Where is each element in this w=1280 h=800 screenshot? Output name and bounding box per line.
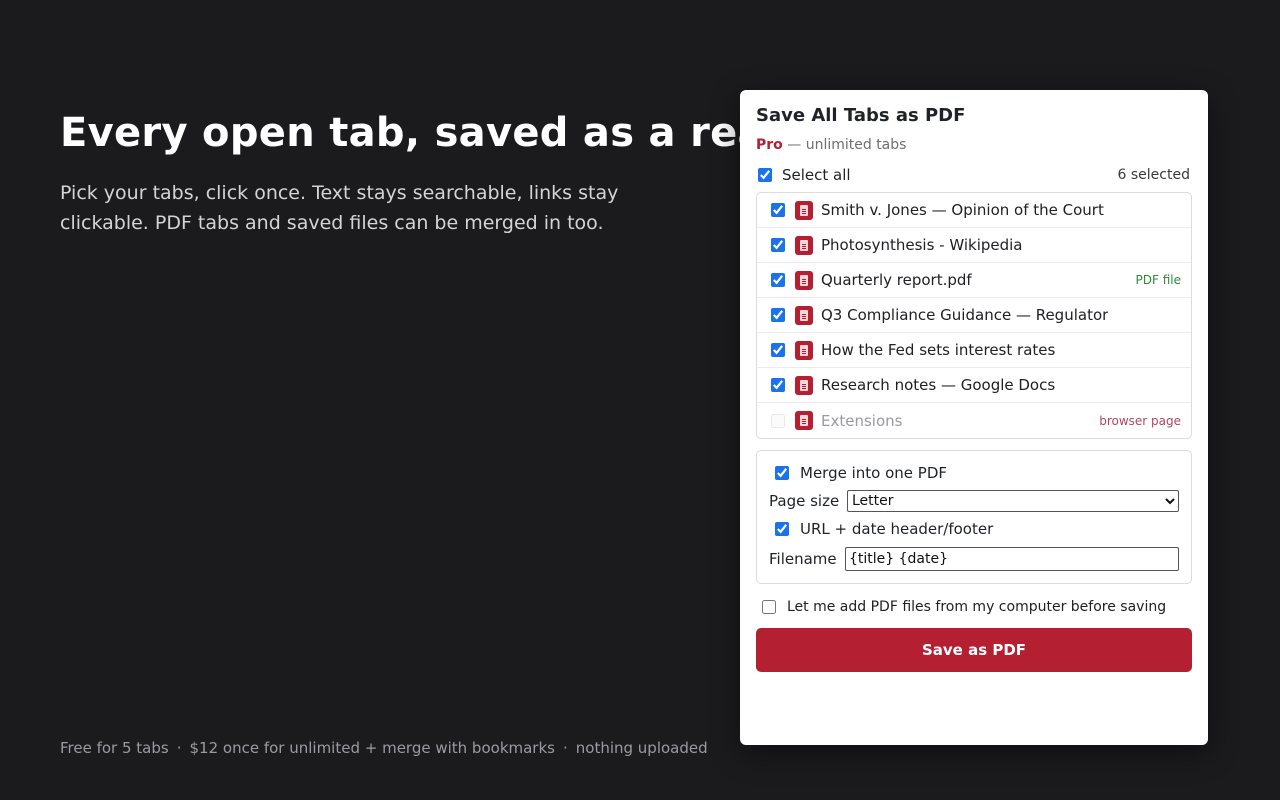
header-footer-label[interactable]: URL + date header/footer <box>800 520 993 538</box>
tab-row[interactable]: Quarterly report.pdf PDF file <box>757 263 1191 298</box>
options-panel: Merge into one PDF Page size Letter URL … <box>756 450 1192 584</box>
selected-count: 6 selected <box>1117 167 1190 183</box>
tab-checkbox[interactable] <box>771 378 785 392</box>
page-size-field: Page size Letter <box>769 487 1179 515</box>
hero-subtitle: Pick your tabs, click once. Text stays s… <box>60 182 619 234</box>
tab-title: Extensions <box>821 411 903 430</box>
tab-title: Research notes — Google Docs <box>821 376 1056 394</box>
filename-field: Filename <box>769 545 1179 573</box>
footer-item-privacy: nothing uploaded <box>575 739 708 757</box>
merge-checkbox[interactable] <box>775 466 789 480</box>
page-size-label: Page size <box>769 492 840 510</box>
tab-row-disabled: Extensions browser page <box>757 403 1191 438</box>
pro-badge: Pro <box>756 137 783 153</box>
browser-page-tag: browser page <box>1099 413 1181 428</box>
header-footer-checkbox[interactable] <box>775 522 789 536</box>
pdf-page-icon <box>795 375 813 395</box>
tab-checkbox-disabled <box>771 413 785 428</box>
header-footer-option: URL + date header/footer <box>769 515 1179 543</box>
pdf-file-tag: PDF file <box>1135 273 1181 287</box>
tab-title: How the Fed sets interest rates <box>821 341 1056 359</box>
local-files-label[interactable]: Let me add PDF files from my computer be… <box>787 599 1166 615</box>
tab-checkbox[interactable] <box>771 343 785 357</box>
select-all-row: Select all 6 selected <box>756 164 1192 186</box>
select-all-label[interactable]: Select all <box>782 166 851 184</box>
pdf-page-icon <box>795 270 813 290</box>
plan-text: — unlimited tabs <box>787 137 907 153</box>
footer-separator: · <box>176 739 182 757</box>
tab-row[interactable]: Research notes — Google Docs <box>757 368 1191 403</box>
tab-checkbox[interactable] <box>771 238 785 252</box>
tab-row[interactable]: Photosynthesis - Wikipedia <box>757 228 1191 263</box>
footer-separator: · <box>562 739 568 757</box>
filename-input[interactable] <box>845 547 1179 571</box>
filename-label: Filename <box>769 550 837 568</box>
hero-title: Every open tab, saved as a real PDF. <box>60 110 760 156</box>
tab-checkbox[interactable] <box>771 273 785 287</box>
tab-title: Smith v. Jones — Opinion of the Court <box>821 201 1104 219</box>
plan-info: Pro — unlimited tabs <box>756 136 1192 154</box>
local-files-option: Let me add PDF files from my computer be… <box>756 596 1192 618</box>
merge-option: Merge into one PDF <box>769 459 1179 487</box>
pdf-page-icon <box>795 411 813 430</box>
footer-item-free: Free for 5 tabs <box>60 739 169 757</box>
pdf-page-icon <box>795 235 813 255</box>
merge-label[interactable]: Merge into one PDF <box>800 464 947 482</box>
popup-title: Save All Tabs as PDF <box>756 105 966 126</box>
save-as-pdf-button[interactable]: Save as PDF <box>756 628 1192 672</box>
tab-checkbox[interactable] <box>771 203 785 217</box>
tab-row[interactable]: How the Fed sets interest rates <box>757 333 1191 368</box>
tab-checkbox[interactable] <box>771 308 785 322</box>
footer-item-price: $12 once for unlimited + merge with book… <box>189 739 555 757</box>
pdf-page-icon <box>795 305 813 325</box>
pricing-footer: Free for 5 tabs · $12 once for unlimited +… <box>60 739 708 757</box>
tab-list: Smith v. Jones — Opinion of the Court Ph… <box>756 192 1192 439</box>
tab-title: Quarterly report.pdf <box>821 271 972 289</box>
pdf-page-icon <box>795 200 813 220</box>
tab-title: Photosynthesis - Wikipedia <box>821 236 1023 254</box>
extension-popup: Save All Tabs as PDF Pro — unlimited tab… <box>740 90 1208 745</box>
tab-row[interactable]: Q3 Compliance Guidance — Regulator <box>757 298 1191 333</box>
pdf-page-icon <box>795 340 813 360</box>
select-all-checkbox[interactable] <box>758 168 772 182</box>
page-size-select[interactable]: Letter <box>847 490 1179 512</box>
local-files-checkbox[interactable] <box>762 600 776 614</box>
tab-title: Q3 Compliance Guidance — Regulator <box>821 306 1109 324</box>
tab-row[interactable]: Smith v. Jones — Opinion of the Court <box>757 193 1191 228</box>
